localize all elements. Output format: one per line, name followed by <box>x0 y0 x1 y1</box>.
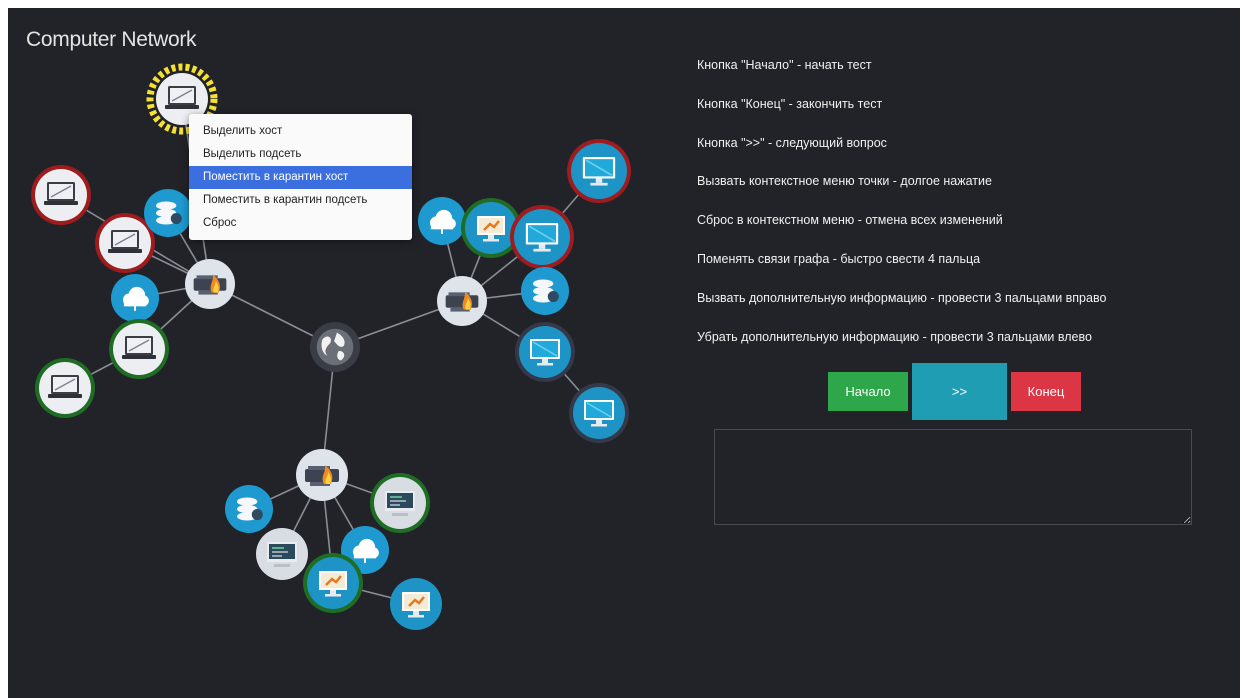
help-line: Вызвать дополнительную информацию - пров… <box>697 290 1107 305</box>
node-router-bottom[interactable] <box>296 449 348 501</box>
ctx-item-highlight-host[interactable]: Выделить хост <box>189 120 412 143</box>
laptop-icon <box>44 182 78 205</box>
start-button[interactable]: Начало <box>828 372 908 411</box>
node-host-b1[interactable] <box>225 485 273 533</box>
laptop-icon <box>108 230 142 253</box>
laptop-icon <box>165 86 199 109</box>
node-host-l3[interactable] <box>144 189 192 237</box>
ctx-item-quarantine-subnet[interactable]: Поместить в карантин подсеть <box>189 189 412 212</box>
next-question-button[interactable]: >> <box>912 363 1007 420</box>
node-router-right[interactable] <box>437 276 487 326</box>
node-host-l5[interactable] <box>109 319 169 379</box>
help-line: Кнопка "Начало" - начать тест <box>697 58 872 72</box>
node-host-b5[interactable] <box>303 553 363 613</box>
node-host-r6[interactable] <box>515 322 575 382</box>
help-line: Сброс в контекстном меню - отмена всех и… <box>697 213 1003 228</box>
node-host-b2[interactable] <box>370 473 430 533</box>
globe-icon <box>316 328 354 366</box>
help-line: Вызвать контекстное меню точки - долгое … <box>697 174 992 189</box>
node-host-r5[interactable] <box>521 267 569 315</box>
network-graph[interactable] <box>8 8 698 698</box>
ctx-item-highlight-subnet[interactable]: Выделить подсеть <box>189 143 412 166</box>
node-host-r3[interactable] <box>567 139 631 203</box>
node-internet[interactable] <box>310 322 360 372</box>
node-host-l6[interactable] <box>35 358 95 418</box>
context-menu: Выделить хост Выделить подсеть Поместить… <box>189 114 412 240</box>
end-button[interactable]: Конец <box>1011 372 1081 411</box>
node-host-r4[interactable] <box>510 205 574 269</box>
node-host-r1[interactable] <box>418 197 466 245</box>
ctx-item-quarantine-host[interactable]: Поместить в карантин хост <box>189 166 412 189</box>
help-line: Кнопка "Конец" - закончить тест <box>697 96 883 111</box>
node-host-l4[interactable] <box>111 274 159 322</box>
help-line: Поменять связи графа - быстро свести 4 п… <box>697 251 981 266</box>
help-line: Убрать дополнительную информацию - прове… <box>697 329 1092 344</box>
node-host-b6[interactable] <box>390 578 442 630</box>
info-textarea[interactable] <box>714 429 1192 525</box>
laptop-icon <box>122 336 156 359</box>
help-line: Кнопка ">>" - следующий вопрос <box>697 135 887 150</box>
app-window: Computer Network Выделить хост Выделить … <box>8 8 1240 698</box>
laptop-icon <box>48 375 82 398</box>
help-instructions: Кнопка "Начало" - начать тест Кнопка "Ко… <box>697 56 1237 366</box>
node-host-l1[interactable] <box>31 165 91 225</box>
node-host-b3[interactable] <box>256 528 308 580</box>
ctx-item-reset[interactable]: Сброс <box>189 212 412 235</box>
node-host-r7[interactable] <box>569 383 629 443</box>
node-router-left[interactable] <box>185 259 235 309</box>
